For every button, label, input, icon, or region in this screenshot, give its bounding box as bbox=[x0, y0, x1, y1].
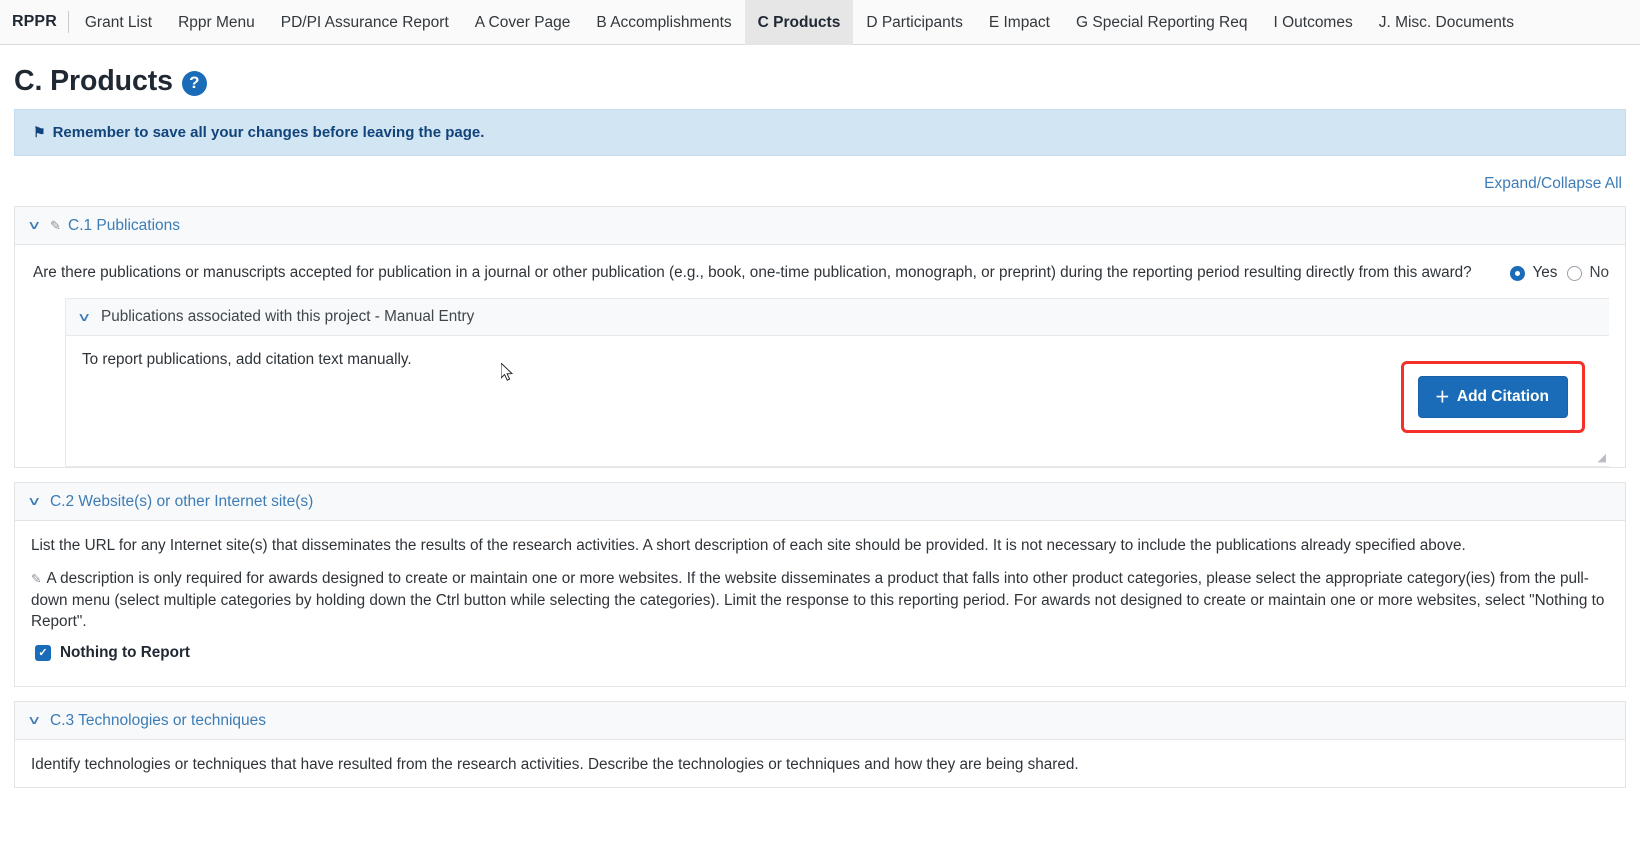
nav-item-grant-list[interactable]: Grant List bbox=[72, 0, 165, 45]
nav-item-i-outcomes[interactable]: I Outcomes bbox=[1260, 0, 1365, 45]
manual-entry-header[interactable]: ∨ Publications associated with this proj… bbox=[66, 299, 1609, 336]
manual-entry-subpanel: ∨ Publications associated with this proj… bbox=[65, 298, 1609, 467]
publications-question-row: Are there publications or manuscripts ac… bbox=[31, 259, 1609, 298]
expand-collapse-row: Expand/Collapse All bbox=[14, 156, 1626, 206]
c3-paragraph-1: Identify technologies or techniques that… bbox=[31, 756, 1079, 773]
nav-item-j-misc-documents[interactable]: J. Misc. Documents bbox=[1366, 0, 1527, 45]
c2-paragraph-2: A description is only required for award… bbox=[31, 570, 1605, 630]
pencil-icon: ✎ bbox=[50, 217, 61, 233]
chevron-down-icon[interactable]: ∨ bbox=[27, 496, 45, 508]
pencil-icon: ✎ bbox=[31, 572, 42, 586]
nav-item-e-impact[interactable]: E Impact bbox=[976, 0, 1063, 45]
manual-entry-note: To report publications, add citation tex… bbox=[82, 351, 412, 368]
section-c1-publications: ∨ ✎ C.1 Publications Are there publicati… bbox=[14, 206, 1626, 468]
section-c1-body: Are there publications or manuscripts ac… bbox=[15, 245, 1625, 467]
brand-logo: RPPR bbox=[12, 13, 57, 30]
page-title-row: C. Products ? bbox=[14, 45, 1626, 109]
radio-no-input[interactable] bbox=[1567, 265, 1583, 281]
manual-entry-title: Publications associated with this projec… bbox=[101, 308, 475, 325]
section-c3-technologies: ∨ C.3 Technologies or techniques Identif… bbox=[14, 701, 1626, 788]
nav-item-c-products[interactable]: C Products bbox=[744, 0, 854, 45]
nav-item-d-participants[interactable]: D Participants bbox=[853, 0, 975, 45]
add-citation-highlight: ＋ Add Citation bbox=[1400, 361, 1585, 433]
chevron-down-icon[interactable]: ∨ bbox=[77, 311, 95, 323]
nav-item-rppr-menu[interactable]: Rppr Menu bbox=[165, 0, 268, 45]
nothing-to-report-label: Nothing to Report bbox=[60, 644, 190, 661]
check-icon: ✓ bbox=[38, 646, 48, 659]
c2-paragraph-1: List the URL for any Internet site(s) th… bbox=[31, 537, 1466, 554]
publications-question-text: Are there publications or manuscripts ac… bbox=[33, 264, 1472, 281]
top-navigation-bar: RPPR Grant List Rppr Menu PD/PI Assuranc… bbox=[0, 0, 1640, 45]
section-c2-websites: ∨ C.2 Website(s) or other Internet site(… bbox=[14, 482, 1626, 687]
expand-collapse-all-link[interactable]: Expand/Collapse All bbox=[1484, 175, 1622, 192]
add-citation-label: Add Citation bbox=[1456, 387, 1549, 405]
page-title: C. Products bbox=[14, 65, 173, 97]
chevron-down-icon[interactable]: ∨ bbox=[27, 715, 45, 727]
radio-option-yes[interactable]: Yes bbox=[1510, 262, 1557, 284]
nav-item-pd-pi-assurance-report[interactable]: PD/PI Assurance Report bbox=[268, 0, 462, 45]
c2-paragraph-2-row: ✎ A description is only required for awar… bbox=[31, 568, 1609, 642]
save-reminder-text: Remember to save all your changes before… bbox=[52, 124, 485, 141]
nothing-to-report-row[interactable]: ✓ Nothing to Report bbox=[31, 642, 1609, 686]
resize-grip-icon[interactable]: ◢ bbox=[1598, 451, 1607, 464]
section-c3-body: Identify technologies or techniques that… bbox=[15, 740, 1625, 787]
save-reminder-alert: ⚑ Remember to save all your changes befo… bbox=[14, 109, 1626, 156]
brand-divider bbox=[67, 11, 69, 33]
chevron-down-icon[interactable]: ∨ bbox=[27, 220, 45, 232]
publications-radio-group: Yes No bbox=[1510, 262, 1609, 284]
radio-option-no[interactable]: No bbox=[1567, 262, 1609, 284]
section-c3-title: C.3 Technologies or techniques bbox=[50, 711, 266, 729]
nav-item-g-special-reporting-req[interactable]: G Special Reporting Req bbox=[1063, 0, 1260, 45]
nav-item-a-cover-page[interactable]: A Cover Page bbox=[462, 0, 584, 45]
section-c1-title: C.1 Publications bbox=[68, 216, 181, 234]
section-c2-header[interactable]: ∨ C.2 Website(s) or other Internet site(… bbox=[15, 483, 1625, 521]
bell-icon: ⚑ bbox=[33, 124, 46, 140]
section-c3-header[interactable]: ∨ C.3 Technologies or techniques bbox=[15, 702, 1625, 740]
section-c1-header[interactable]: ∨ ✎ C.1 Publications bbox=[15, 207, 1625, 245]
plus-icon: ＋ bbox=[1434, 389, 1450, 406]
radio-yes-label: Yes bbox=[1532, 264, 1558, 281]
nothing-to-report-checkbox[interactable]: ✓ bbox=[35, 645, 51, 661]
nav-item-b-accomplishments[interactable]: B Accomplishments bbox=[583, 0, 744, 45]
page-content: C. Products ? ⚑ Remember to save all you… bbox=[0, 45, 1640, 788]
section-c2-body: List the URL for any Internet site(s) th… bbox=[15, 521, 1625, 686]
radio-yes-input[interactable] bbox=[1510, 265, 1526, 281]
section-c2-title: C.2 Website(s) or other Internet site(s) bbox=[50, 492, 314, 510]
radio-no-label: No bbox=[1589, 264, 1609, 281]
add-citation-button[interactable]: ＋ Add Citation bbox=[1417, 376, 1568, 418]
help-icon[interactable]: ? bbox=[181, 70, 207, 96]
manual-entry-body: To report publications, add citation tex… bbox=[66, 336, 1609, 466]
